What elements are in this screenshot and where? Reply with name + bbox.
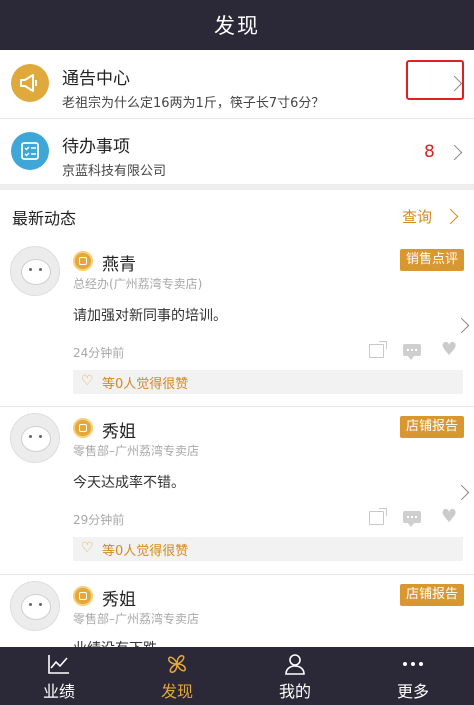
tab-performance[interactable]: 业绩 xyxy=(0,647,118,705)
tab-label: 业绩 xyxy=(42,682,75,701)
post-author[interactable]: 燕青 xyxy=(102,250,136,275)
post-department: 零售部–广州荔湾专卖店 xyxy=(73,444,200,458)
todo-title: 待办事项 xyxy=(62,137,130,157)
chevron-right-icon[interactable] xyxy=(453,484,470,501)
likes-summary: ♡ 等0人觉得很赞 xyxy=(73,537,463,561)
post-type-tag: 店铺报告 xyxy=(399,584,464,606)
like-icon[interactable]: ♥ xyxy=(441,339,457,360)
share-icon[interactable] xyxy=(369,341,387,358)
chevron-right-icon[interactable] xyxy=(453,317,470,334)
medal-icon xyxy=(73,418,93,438)
post-author[interactable]: 秀姐 xyxy=(102,417,136,442)
medal-icon xyxy=(73,586,93,606)
section-separator xyxy=(0,184,474,190)
feed-post[interactable]: 秀姐 店铺报告 零售部–广州荔湾专卖店 今天达成率不错。 29分钟前 ♥ ♡ 等… xyxy=(0,407,474,572)
heart-outline-icon: ♡ xyxy=(81,373,94,389)
post-author[interactable]: 秀姐 xyxy=(102,585,136,610)
feed-section-title: 最新动态 xyxy=(12,209,77,228)
todo-subtitle: 京蓝科技有限公司 xyxy=(62,164,167,179)
notice-center-row[interactable]: 通告中心 老祖宗为什么定16两为1斤，筷子长7寸6分？ xyxy=(0,50,474,118)
avatar[interactable] xyxy=(10,413,60,463)
person-icon xyxy=(285,654,305,675)
chevron-right-icon[interactable] xyxy=(442,208,459,225)
likes-text: 等0人觉得很赞 xyxy=(102,544,189,559)
medal-icon xyxy=(73,251,93,271)
pinwheel-icon xyxy=(168,655,186,673)
post-department: 零售部–广州荔湾专卖店 xyxy=(73,612,200,626)
chart-line-icon xyxy=(48,655,69,674)
more-dots-icon xyxy=(403,662,423,666)
notice-subtitle: 老祖宗为什么定16两为1斤，筷子长7寸6分？ xyxy=(62,96,325,111)
post-type-tag: 店铺报告 xyxy=(399,416,464,438)
query-button[interactable]: 查询 xyxy=(402,206,432,227)
feed-post[interactable]: 燕青 销售点评 总经办(广州荔湾专卖店) 请加强对新同事的培训。 24分钟前 ♥… xyxy=(0,240,474,405)
bottom-nav: 业绩 发现 我的 更多 xyxy=(0,647,474,705)
tab-label: 更多 xyxy=(396,682,429,701)
post-department: 总经办(广州荔湾专卖店) xyxy=(73,277,203,291)
comment-icon[interactable] xyxy=(403,511,421,527)
likes-summary: ♡ 等0人觉得很赞 xyxy=(73,370,463,394)
chevron-right-icon xyxy=(446,144,463,161)
tab-discover[interactable]: 发现 xyxy=(118,647,236,705)
tab-profile[interactable]: 我的 xyxy=(236,647,354,705)
post-type-tag: 销售点评 xyxy=(399,249,464,271)
share-icon[interactable] xyxy=(369,508,387,525)
post-content: 今天达成率不错。 xyxy=(73,475,185,491)
feed-post[interactable]: 秀姐 店铺报告 零售部–广州荔湾专卖店 业绩没有下跌 xyxy=(0,575,474,647)
tab-more[interactable]: 更多 xyxy=(354,647,472,705)
top-bar: 发现 xyxy=(0,0,474,50)
tab-label: 我的 xyxy=(278,682,311,701)
comment-icon[interactable] xyxy=(403,344,421,360)
avatar[interactable] xyxy=(10,246,60,296)
like-icon[interactable]: ♥ xyxy=(441,506,457,527)
avatar[interactable] xyxy=(10,581,60,631)
page-title: 发现 xyxy=(214,14,260,38)
post-time: 29分钟前 xyxy=(73,513,125,527)
likes-text: 等0人觉得很赞 xyxy=(102,377,189,392)
post-content: 请加强对新同事的培训。 xyxy=(73,308,227,324)
megaphone-icon xyxy=(11,64,49,102)
highlight-box xyxy=(406,60,464,100)
post-content: 业绩没有下跌 xyxy=(73,638,157,647)
notice-title: 通告中心 xyxy=(62,69,130,89)
checklist-icon xyxy=(11,132,49,170)
todo-count-badge: 8 xyxy=(424,142,435,162)
heart-outline-icon: ♡ xyxy=(81,540,94,556)
todo-row[interactable]: 待办事项 京蓝科技有限公司 8 xyxy=(0,119,474,185)
tab-label: 发现 xyxy=(160,682,193,701)
post-time: 24分钟前 xyxy=(73,346,125,360)
